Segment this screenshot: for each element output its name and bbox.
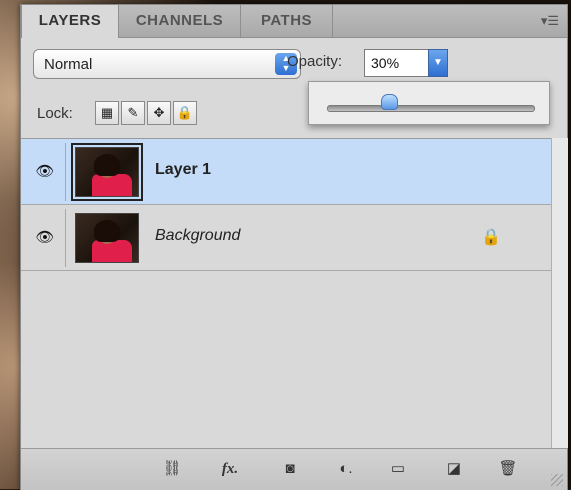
blend-mode-value: Normal (44, 56, 93, 73)
layers-list: 👁 Layer 1 👁 Background 🔒 (21, 138, 551, 449)
adjustment-icon[interactable]: ◐. (333, 457, 359, 481)
new-layer-icon[interactable]: ◪ (441, 457, 467, 481)
move-lock-icon[interactable]: ✥ (147, 101, 171, 125)
panel-tab-bar: LAYERS CHANNELS PATHS ▾☰ (21, 5, 567, 38)
opacity-slider-track[interactable] (327, 105, 535, 112)
opacity-label: Opacity: (287, 53, 343, 70)
tab-channels[interactable]: CHANNELS (119, 5, 241, 37)
layer-name[interactable]: Background (155, 227, 240, 245)
panel-menu-icon[interactable]: ▾☰ (541, 13, 559, 29)
opacity-slider-thumb[interactable] (381, 94, 399, 110)
folder-icon[interactable]: ▭ (385, 457, 411, 481)
layers-panel: LAYERS CHANNELS PATHS ▾☰ Normal ▲ ▼ Opaci… (20, 4, 568, 490)
tab-paths[interactable]: PATHS (241, 5, 333, 37)
transparency-lock-icon[interactable]: ▦ (95, 101, 119, 125)
lock-label: Lock: (37, 105, 73, 122)
mask-icon[interactable]: ◙ (277, 457, 303, 481)
brush-lock-icon[interactable]: ✎ (121, 101, 145, 125)
blend-mode-select[interactable]: Normal ▲ ▼ (33, 49, 301, 79)
padlock-icon: 🔒 (481, 229, 501, 246)
layer-row[interactable]: 👁 Background 🔒 (21, 205, 551, 271)
opacity-dropdown-button[interactable]: ▼ (428, 49, 448, 77)
trash-icon[interactable]: 🗑 (495, 457, 521, 481)
fx-icon[interactable]: fx. (217, 457, 243, 481)
bottom-toolbar: ⛓ fx. ◙ ◐. ▭ ◪ 🗑 (21, 448, 567, 490)
padlock-icon[interactable]: 🔒 (173, 101, 197, 125)
eye-icon[interactable]: 👁 (25, 143, 66, 201)
layer-row[interactable]: 👁 Layer 1 (21, 139, 551, 205)
resize-grip[interactable] (551, 474, 563, 486)
opacity-input[interactable]: 30% (364, 49, 430, 77)
layer-thumbnail[interactable] (75, 147, 139, 197)
layer-name[interactable]: Layer 1 (155, 161, 211, 179)
opacity-slider-popup (308, 81, 550, 125)
layer-thumbnail[interactable] (75, 213, 139, 263)
link-icon[interactable]: ⛓ (159, 457, 185, 481)
eye-icon[interactable]: 👁 (25, 209, 66, 267)
scrollbar[interactable] (551, 138, 568, 448)
tab-layers[interactable]: LAYERS (21, 5, 119, 38)
